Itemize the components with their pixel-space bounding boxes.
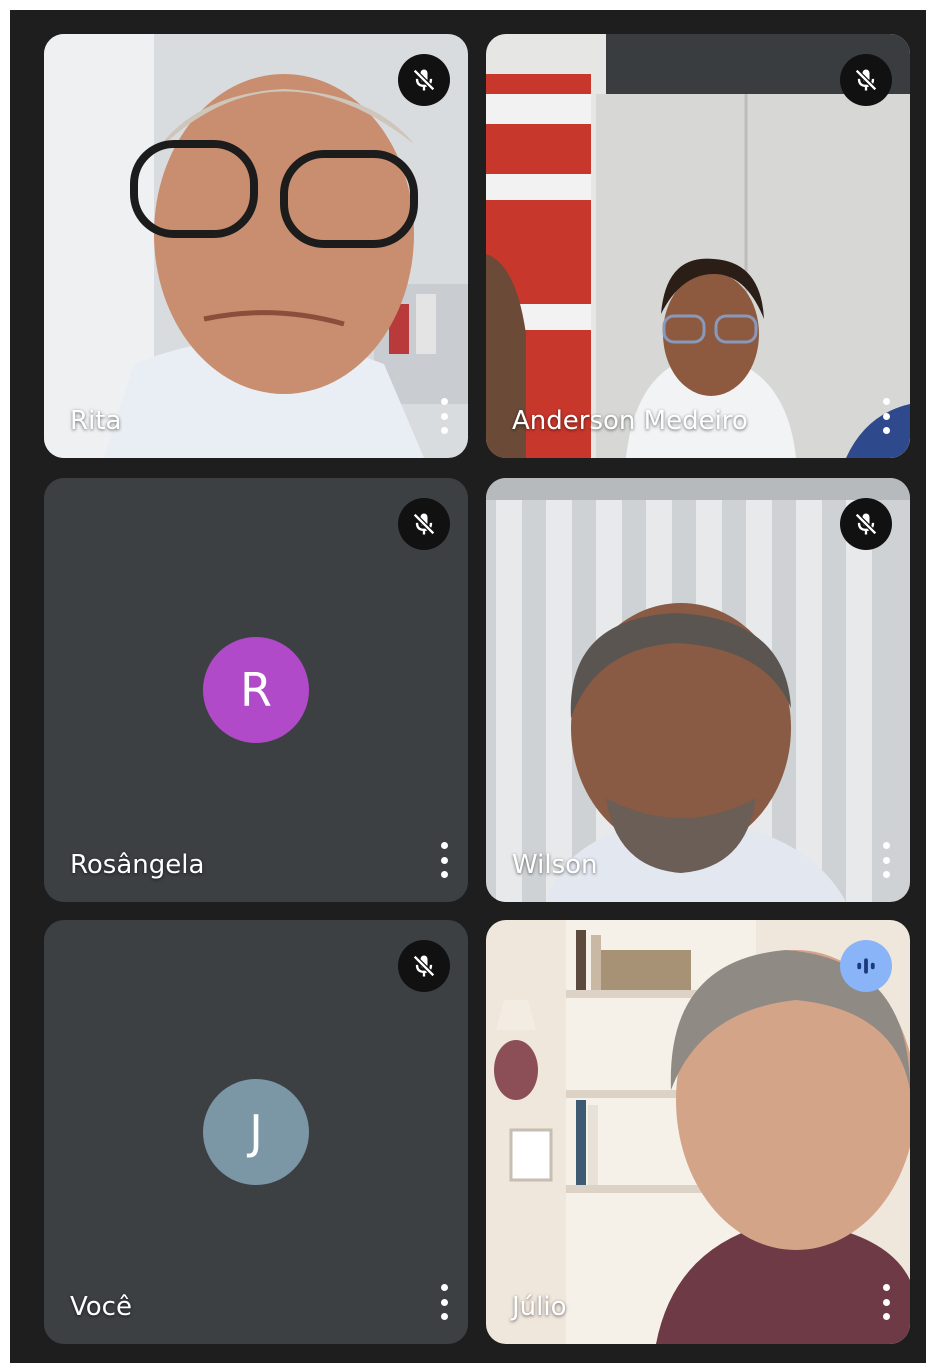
participant-tile-self[interactable]: J Você xyxy=(44,920,468,1344)
more-vert-icon[interactable] xyxy=(434,1282,454,1322)
participant-tile-rita[interactable]: Rita xyxy=(44,34,468,458)
avatar: J xyxy=(203,1079,309,1185)
mic-off-icon xyxy=(398,54,450,106)
more-vert-icon[interactable] xyxy=(876,840,896,880)
avatar: R xyxy=(203,637,309,743)
speaking-indicator-icon xyxy=(840,940,892,992)
participant-name: Wilson xyxy=(512,850,598,880)
avatar-initial: J xyxy=(249,1105,263,1159)
mic-off-icon xyxy=(398,498,450,550)
mic-off-icon xyxy=(840,54,892,106)
more-vert-icon[interactable] xyxy=(434,840,454,880)
participant-name: Anderson Medeiro xyxy=(512,406,748,436)
participant-tile-julio[interactable]: Júlio xyxy=(486,920,910,1344)
mic-off-icon xyxy=(398,940,450,992)
participant-name: Você xyxy=(70,1292,132,1322)
participant-name: Rita xyxy=(70,406,122,436)
participant-tile-rosangela[interactable]: R Rosângela xyxy=(44,478,468,902)
more-vert-icon[interactable] xyxy=(434,396,454,436)
avatar-initial: R xyxy=(240,663,272,717)
participant-tile-anderson-medeiro[interactable]: Anderson Medeiro xyxy=(486,34,910,458)
participant-name: Rosângela xyxy=(70,850,205,880)
more-vert-icon[interactable] xyxy=(876,396,896,436)
mic-off-icon xyxy=(840,498,892,550)
participant-tile-wilson[interactable]: Wilson xyxy=(486,478,910,902)
participant-name: Júlio xyxy=(512,1292,567,1322)
more-vert-icon[interactable] xyxy=(876,1282,896,1322)
